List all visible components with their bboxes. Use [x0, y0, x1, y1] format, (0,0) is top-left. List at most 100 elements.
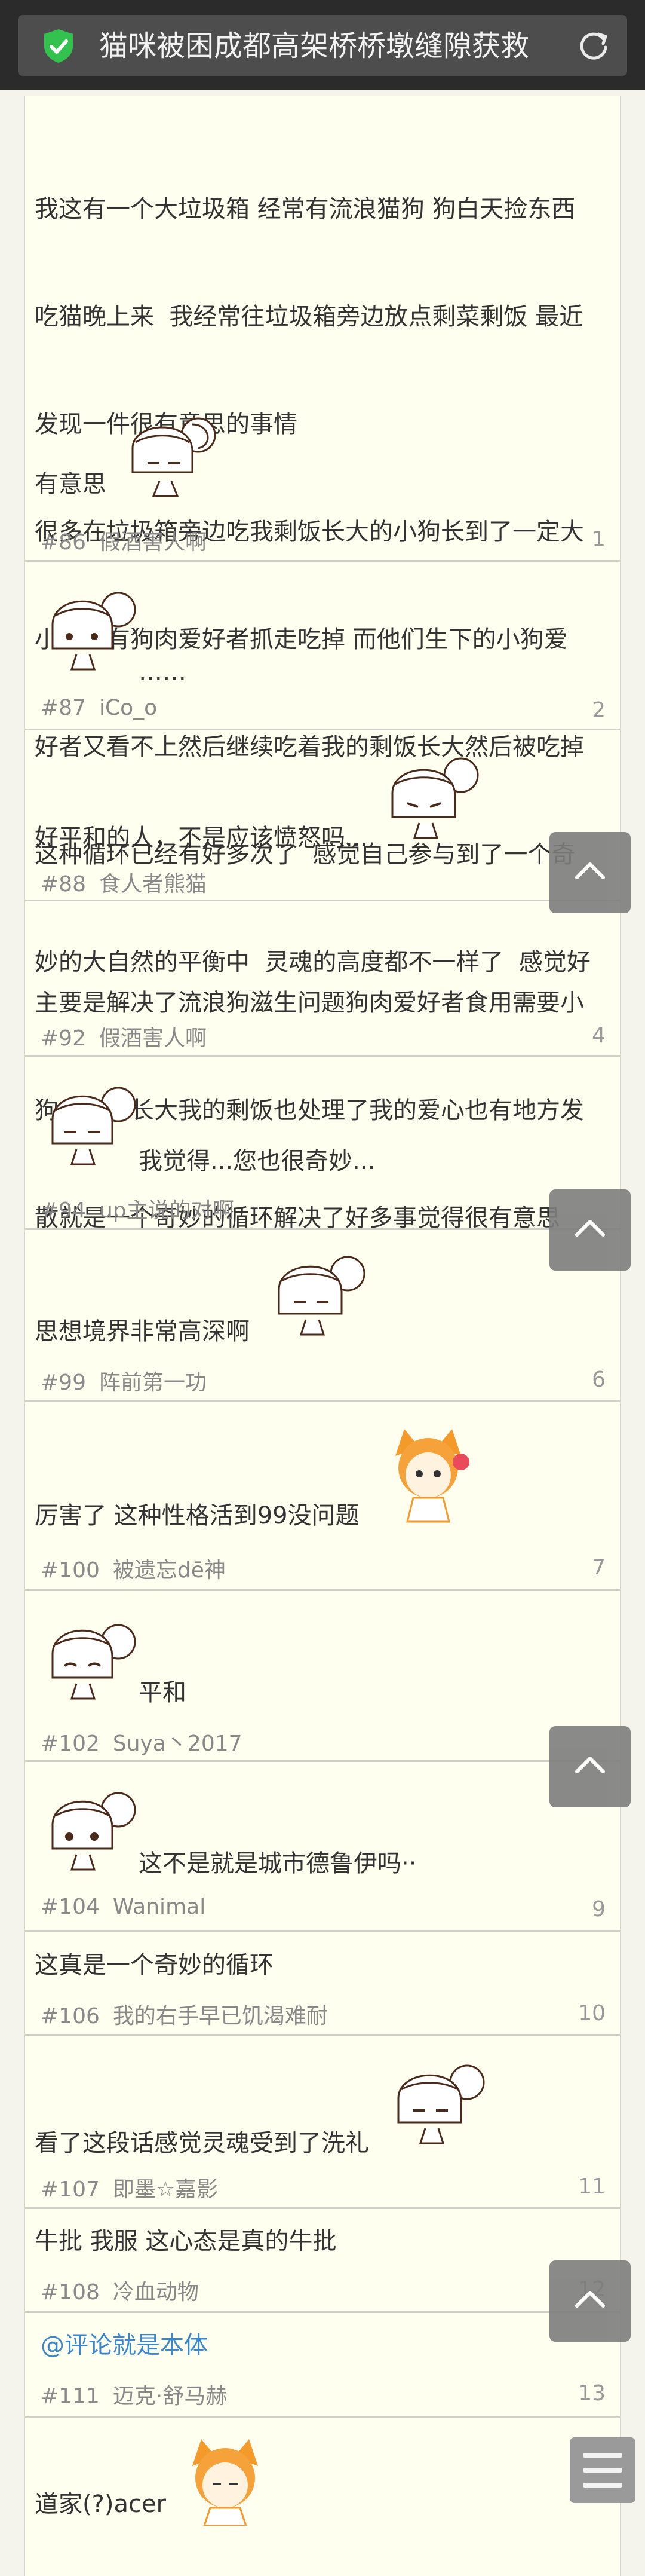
- comment-user[interactable]: 食人者熊猫: [99, 872, 207, 897]
- comment-number: #102: [41, 1731, 100, 1756]
- floor-number: 9: [592, 1897, 606, 1922]
- comment-meta: #100 被遗忘dē神: [41, 1553, 226, 1584]
- chevron-up-icon: [575, 1757, 605, 1773]
- comment-meta: #86 假酒害人啊: [41, 525, 207, 556]
- orange-fox-girl-emoticon: [395, 1429, 469, 1523]
- comment-text: 牛批 我服 这心态是真的牛批: [35, 2228, 337, 2255]
- comment-post: 好平和的人，不是应该愤怒吗... #88 食人者熊猫: [25, 730, 620, 901]
- floor-number: 10: [578, 2001, 606, 2026]
- scroll-top-button[interactable]: [549, 1189, 631, 1271]
- comment-meta: #99 阵前第一功: [41, 1365, 207, 1396]
- reload-icon[interactable]: [577, 29, 610, 63]
- address-bar[interactable]: 猫咪被困成都高架桥桥墩缝隙获救: [18, 15, 627, 76]
- comment-number: #92: [41, 1026, 86, 1051]
- comment-user[interactable]: 假酒害人啊: [99, 1026, 207, 1051]
- comment-text: 平和: [139, 1679, 186, 1706]
- anime-girl-emoticon: [51, 1624, 136, 1700]
- anime-girl-emoticon: [391, 757, 479, 839]
- floor-number: 7: [592, 1555, 606, 1580]
- comment-number: #86: [41, 530, 86, 555]
- floor-number: 2: [592, 698, 606, 723]
- chevron-up-icon: [575, 1220, 605, 1237]
- comment-text: 这真是一个奇妙的循环: [35, 1951, 274, 1979]
- floor-number: 6: [592, 1367, 606, 1392]
- comment-page: 我这有一个大垃圾箱 经常有流浪猫狗 狗白天捡东西 吃猫晚上来 我经常往垃圾箱旁边…: [0, 90, 645, 2576]
- comment-post: …… #87 iCo_o 2: [25, 562, 620, 730]
- floor-number: 13: [578, 2381, 606, 2406]
- comment-user[interactable]: up主说的对啊: [99, 1198, 234, 1223]
- comment-number: #99: [41, 1370, 86, 1395]
- comment-post: 我觉得...您也很奇妙... #94 up主说的对啊: [25, 1057, 620, 1230]
- comment-meta: #88 食人者熊猫: [41, 867, 207, 898]
- orange-fox-girl-emoticon: [192, 2439, 258, 2526]
- comment-number: #108: [41, 2280, 100, 2305]
- comment-user[interactable]: Suya丶2017: [113, 1731, 242, 1756]
- comment-meta: #102 Suya丶2017: [41, 1726, 242, 1757]
- page-title: 猫咪被困成都高架桥桥墩缝隙获救: [99, 29, 530, 63]
- anime-girl-emoticon: [278, 1256, 366, 1336]
- anime-girl-emoticon: [51, 592, 136, 671]
- comment-user[interactable]: 被遗忘dē神: [113, 1558, 226, 1583]
- comment-user[interactable]: 即墨☆嘉影: [113, 2177, 218, 2202]
- comment-number: #88: [41, 872, 86, 897]
- comment-number: #107: [41, 2177, 100, 2202]
- comment-post: 看了这段话感觉灵魂受到了洗礼 #107 即墨☆嘉影 11: [25, 2036, 620, 2209]
- comment-text: 思想境界非常高深啊: [35, 1318, 250, 1345]
- comment-meta: #87 iCo_o: [41, 696, 157, 720]
- chevron-up-icon: [575, 2291, 605, 2308]
- comment-meta: #108 冷血动物: [41, 2275, 199, 2306]
- floor-number: 11: [578, 2174, 606, 2199]
- comment-number: #111: [41, 2384, 100, 2409]
- comment-post: 这真是一个奇妙的循环 #106 我的右手早已饥渴难耐 10: [25, 1932, 620, 2036]
- anime-girl-emoticon: [51, 1792, 136, 1871]
- comment-user[interactable]: 阵前第一功: [99, 1370, 207, 1395]
- comment-user[interactable]: 我的右手早已饥渴难耐: [113, 2004, 328, 2029]
- comment-text: 看了这段话感觉灵魂受到了洗礼: [35, 2130, 369, 2157]
- comment-text: 道家(?)acer: [35, 2491, 166, 2518]
- comment-post: 平和 #102 Suya丶2017: [25, 1591, 620, 1762]
- comment-meta: #111 迈克·舒马赫: [41, 2379, 227, 2410]
- comment-user[interactable]: 假酒害人啊: [99, 530, 207, 555]
- comment-post: 牛批 我服 这心态是真的牛批 #108冷血动物 12: [25, 2209, 620, 2313]
- comment-post: 主要是解决了流浪狗滋生问题狗肉爱好者食用需要小 狗也能**长大我的剩饭也处理了我…: [25, 901, 620, 1232]
- comment-post: 我这有一个大垃圾箱 经常有流浪猫狗 狗白天捡东西 吃猫晚上来 我经常往垃圾箱旁边…: [25, 96, 620, 976]
- anime-girl-emoticon: [397, 2064, 485, 2144]
- floor-number: 1: [592, 527, 606, 552]
- scroll-top-button[interactable]: [549, 832, 631, 913]
- floor-number: 4: [592, 1023, 606, 1048]
- comment-text: 厉害了 这种性格活到99没问题: [35, 1502, 360, 1529]
- mention-link[interactable]: @评论就是本体: [41, 2327, 208, 2363]
- comment-user[interactable]: Wanimal: [113, 1895, 205, 1919]
- green-shield-check-icon: [44, 29, 73, 63]
- comment-post: 思想境界非常高深啊 #99 阵前第一功 6: [25, 1230, 620, 1402]
- browser-toolbar: 猫咪被困成都高架桥桥墩缝隙获救: [0, 0, 645, 90]
- comment-number: #87: [41, 696, 86, 720]
- chevron-up-icon: [575, 862, 605, 879]
- comment-meta: #107 即墨☆嘉影: [41, 2172, 218, 2203]
- comment-post: 道家(?)acer: [25, 2418, 620, 2576]
- comment-text: 这不是就是城市德鲁伊吗··: [139, 1850, 417, 1877]
- menu-button[interactable]: [570, 2437, 635, 2503]
- anime-girl-emoticon: [51, 1087, 136, 1165]
- comment-user[interactable]: 冷血动物: [113, 2280, 199, 2305]
- comment-meta: #104 Wanimal: [41, 1895, 205, 1919]
- scroll-top-button[interactable]: [549, 1726, 631, 1807]
- comment-number: #104: [41, 1895, 100, 1919]
- comment-meta: #92 假酒害人啊: [41, 1021, 207, 1052]
- comment-number: #106: [41, 2004, 100, 2029]
- comment-text: 我觉得...您也很奇妙...: [139, 1148, 376, 1175]
- comment-user[interactable]: iCo_o: [99, 696, 157, 720]
- comment-meta: #94 up主说的对啊: [41, 1193, 234, 1224]
- comment-text-tail: 有意思: [35, 470, 106, 498]
- comment-post: 这不是就是城市德鲁伊吗·· #104 Wanimal 9: [25, 1762, 620, 1932]
- menu-icon: [583, 2453, 622, 2458]
- comment-text: 好平和的人，不是应该愤怒吗...: [35, 824, 368, 852]
- comment-number: #94: [41, 1198, 86, 1223]
- comment-thread: 我这有一个大垃圾箱 经常有流浪猫狗 狗白天捡东西 吃猫晚上来 我经常往垃圾箱旁边…: [24, 96, 621, 2576]
- comment-post: @评论就是本体 #111 迈克·舒马赫 13: [25, 2313, 620, 2418]
- comment-user[interactable]: 迈克·舒马赫: [113, 2384, 227, 2409]
- comment-text: ……: [139, 659, 186, 686]
- scroll-top-button[interactable]: [549, 2260, 631, 2342]
- comment-post: 厉害了 这种性格活到99没问题 #100 被遗忘dē神 7: [25, 1402, 620, 1591]
- comment-meta: #106 我的右手早已饥渴难耐: [41, 1999, 328, 2030]
